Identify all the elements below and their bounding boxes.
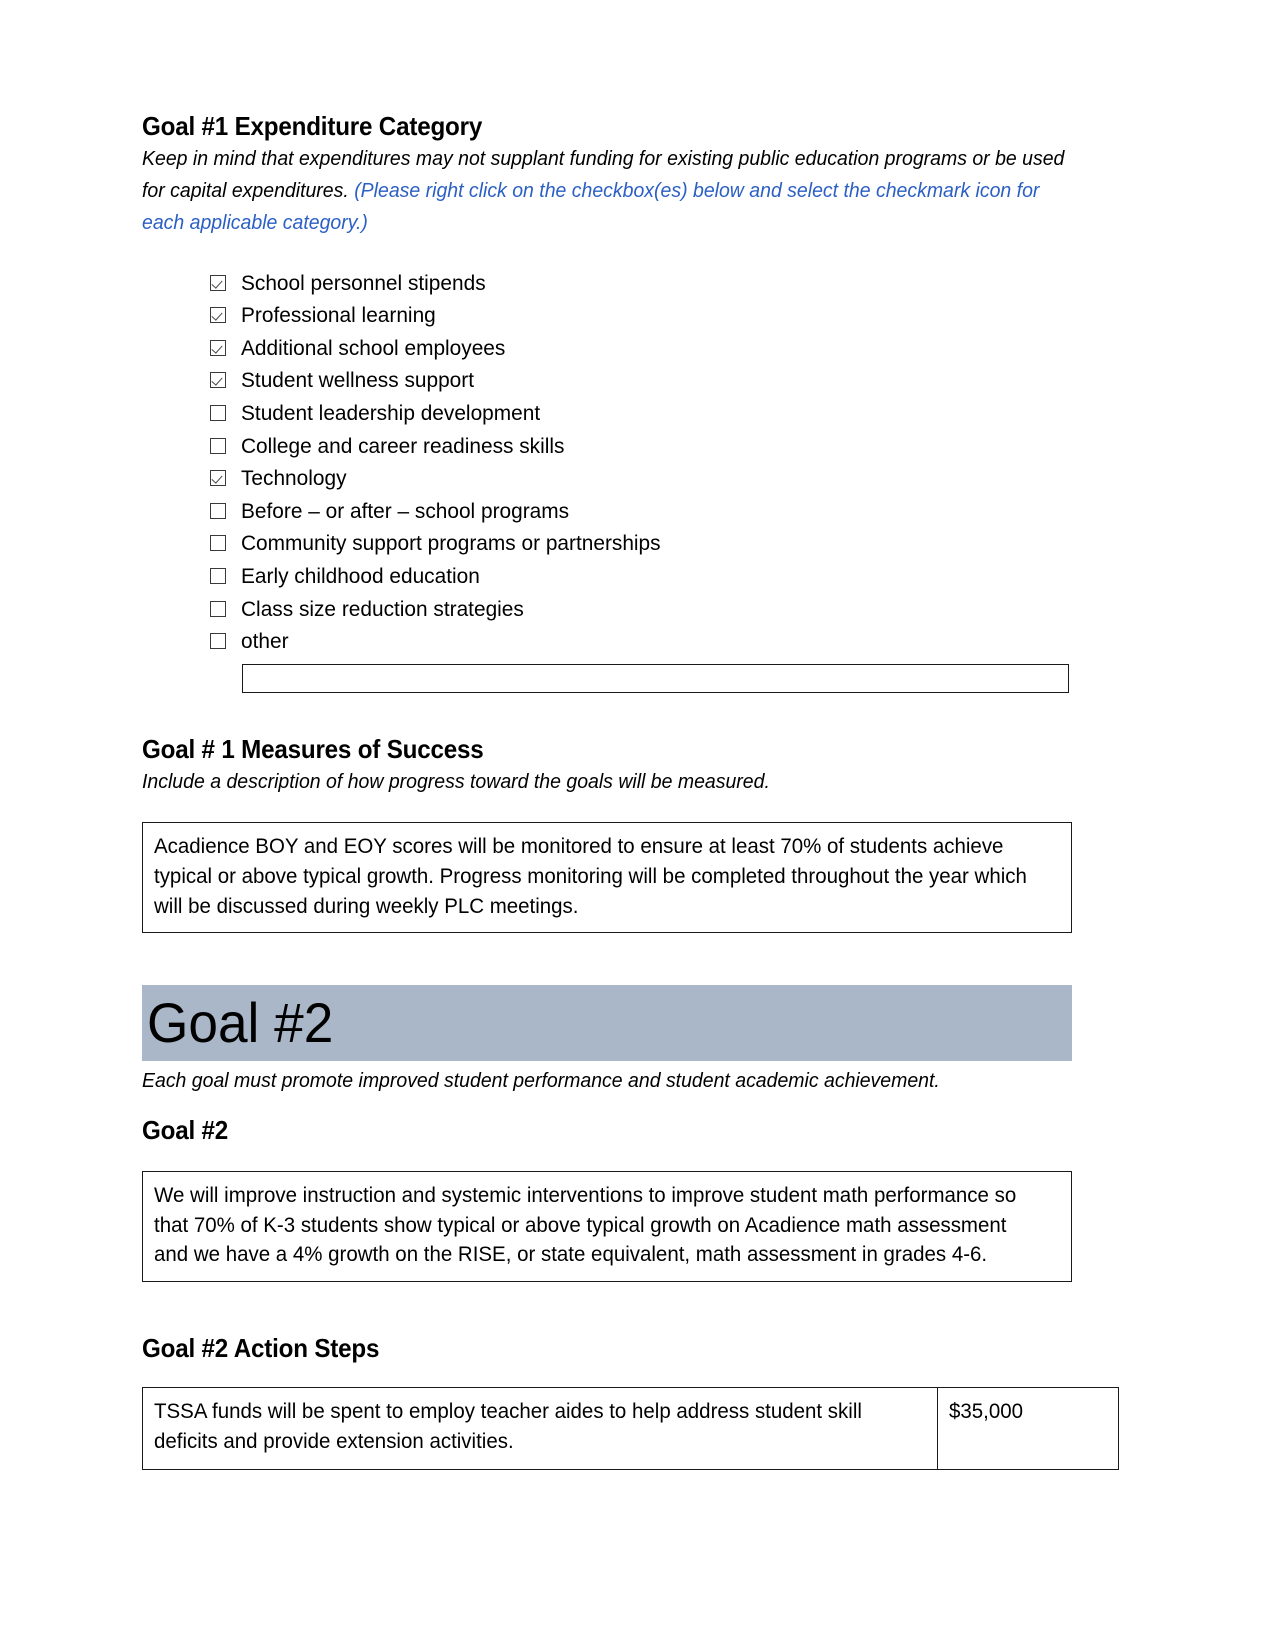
checkbox-icon[interactable] xyxy=(210,274,226,291)
goal2-banner: Goal #2 xyxy=(142,985,1072,1062)
checkbox-row-college-career-readiness-skills[interactable]: College and career readiness skills xyxy=(142,433,1072,466)
checkbox-label: Technology xyxy=(241,466,347,491)
checkbox-row-early-childhood-education[interactable]: Early childhood education xyxy=(142,563,1072,596)
document-page: Goal #1 Expenditure Category Keep in min… xyxy=(0,0,1275,1650)
goal1-expenditure-heading: Goal #1 Expenditure Category xyxy=(142,111,483,141)
checkbox-row-class-size-reduction-strategies[interactable]: Class size reduction strategies xyxy=(142,596,1072,629)
checkbox-row-community-support-programs[interactable]: Community support programs or partnershi… xyxy=(142,530,1072,563)
checkbox-icon[interactable] xyxy=(210,600,226,617)
checkbox-icon[interactable] xyxy=(210,437,226,454)
goal2-text: We will improve instruction and systemic… xyxy=(154,1183,1017,1267)
goal1-expenditure-instruction: Keep in mind that expenditures may not s… xyxy=(142,143,1070,240)
checkbox-icon[interactable] xyxy=(210,405,226,421)
table-row[interactable]: TSSA funds will be spent to employ teach… xyxy=(142,1387,1119,1470)
checkbox-row-other[interactable]: other xyxy=(142,628,1072,661)
checkbox-icon[interactable] xyxy=(210,535,226,552)
checkbox-row-student-leadership-development[interactable]: Student leadership development xyxy=(142,400,1072,433)
checkbox-row-professional-learning[interactable]: Professional learning xyxy=(142,302,1072,335)
expenditure-category-checklist: School personnel stipends Professional l… xyxy=(142,270,1072,661)
checkbox-row-before-or-after-school-programs[interactable]: Before – or after – school programs xyxy=(142,498,1072,531)
action-step-description-cell[interactable]: TSSA funds will be spent to employ teach… xyxy=(142,1387,938,1470)
goal2-action-steps-table: TSSA funds will be spent to employ teach… xyxy=(142,1387,1119,1470)
checkbox-icon[interactable] xyxy=(210,502,226,519)
checkbox-label: College and career readiness skills xyxy=(241,433,565,458)
checkbox-row-school-personnel-stipends[interactable]: School personnel stipends xyxy=(142,270,1072,303)
action-step-description: TSSA funds will be spent to employ teach… xyxy=(154,1400,862,1454)
checkbox-label: Student wellness support xyxy=(241,368,475,393)
checkbox-icon[interactable] xyxy=(210,339,226,356)
checkbox-label: Early childhood education xyxy=(241,563,480,588)
other-category-input[interactable] xyxy=(242,663,1069,693)
goal1-measures-heading: Goal # 1 Measures of Success xyxy=(142,733,484,764)
checkbox-icon[interactable] xyxy=(210,307,226,324)
document-content: Goal #1 Expenditure Category Keep in min… xyxy=(142,111,1119,1470)
checkbox-icon[interactable] xyxy=(210,470,226,487)
checkbox-row-additional-school-employees[interactable]: Additional school employees xyxy=(142,335,1072,368)
checkbox-row-student-wellness-support[interactable]: Student wellness support xyxy=(142,367,1072,400)
checkbox-icon[interactable] xyxy=(210,372,226,389)
checkbox-label: other xyxy=(241,629,289,654)
action-step-amount: $35,000 xyxy=(949,1400,1024,1424)
goal2-textbox[interactable]: We will improve instruction and systemic… xyxy=(142,1170,1072,1283)
checkbox-label: School personnel stipends xyxy=(241,270,486,295)
checkbox-icon[interactable] xyxy=(210,633,226,650)
checkbox-label: Community support programs or partnershi… xyxy=(241,531,661,556)
checkbox-label: Before – or after – school programs xyxy=(241,498,570,523)
checkbox-label: Class size reduction strategies xyxy=(241,596,524,621)
goal2-banner-note: Each goal must promote improved student … xyxy=(142,1069,940,1093)
goal1-measures-textbox[interactable]: Acadience BOY and EOY scores will be mon… xyxy=(142,822,1072,934)
goal2-action-steps-heading: Goal #2 Action Steps xyxy=(142,1333,380,1364)
goal2-heading: Goal #2 xyxy=(142,1114,229,1145)
checkbox-row-technology[interactable]: Technology xyxy=(142,465,1072,498)
goal1-measures-instruction: Include a description of how progress to… xyxy=(142,769,770,793)
checkbox-label: Professional learning xyxy=(241,303,436,328)
goal2-banner-title: Goal #2 xyxy=(147,991,334,1055)
goal1-measures-text: Acadience BOY and EOY scores will be mon… xyxy=(154,835,1027,918)
checkbox-icon[interactable] xyxy=(210,567,226,584)
checkbox-label: Additional school employees xyxy=(241,335,506,360)
checkbox-label: Student leadership development xyxy=(241,401,541,425)
action-step-amount-cell[interactable]: $35,000 xyxy=(937,1387,1119,1470)
